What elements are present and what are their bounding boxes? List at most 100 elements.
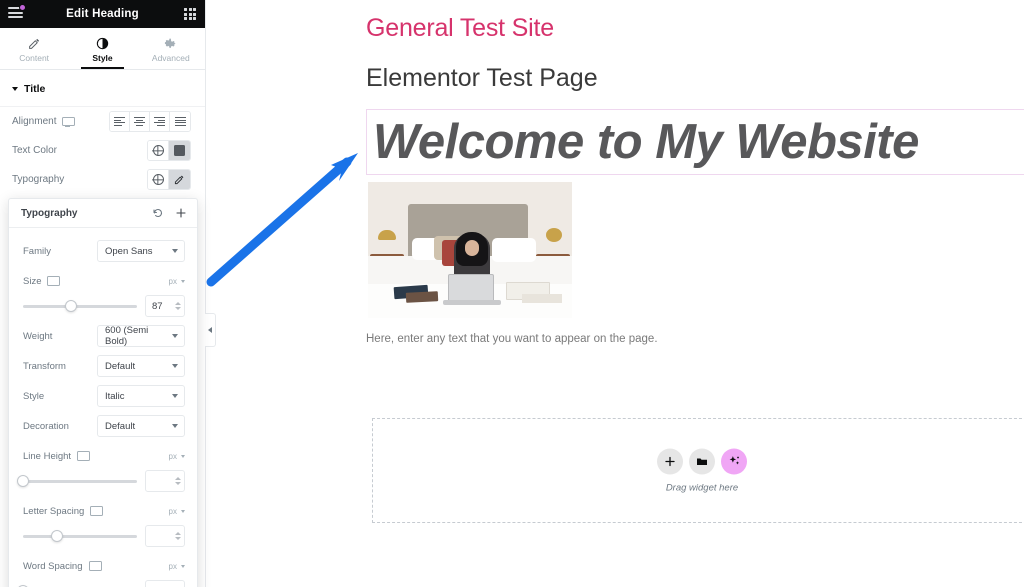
text-decoration-label: Decoration	[23, 420, 69, 432]
plus-icon	[665, 456, 675, 466]
monitor-icon[interactable]	[47, 276, 61, 286]
letter-spacing-stepper[interactable]	[175, 532, 181, 540]
font-size-slider-handle[interactable]	[64, 300, 77, 312]
monitor-icon[interactable]	[88, 561, 102, 571]
line-height-slider-handle[interactable]	[17, 475, 29, 487]
chevron-down-icon	[172, 334, 178, 338]
alignment-button-group	[109, 111, 191, 132]
control-text-color: Text Color	[0, 136, 205, 165]
chevron-down-icon	[172, 424, 178, 428]
page-canvas: General Test Site Elementor Test Page We…	[206, 0, 1024, 587]
row-letter-spacing: Letter Spacing px	[9, 496, 197, 551]
global-font-button[interactable]	[148, 170, 169, 189]
control-typography: Typography	[0, 165, 205, 194]
widget-dropzone[interactable]: Drag widget here	[372, 418, 1024, 523]
font-size-stepper[interactable]	[175, 302, 181, 310]
templates-button[interactable]	[689, 448, 715, 474]
align-center-button[interactable]	[130, 112, 150, 131]
sparkle-ai-icon	[729, 456, 739, 465]
elementor-editor: Edit Heading Content Style Advanced Titl…	[0, 0, 1024, 587]
word-spacing-unit-selector[interactable]: px	[169, 562, 185, 571]
align-right-button[interactable]	[150, 112, 170, 131]
panel-title: Edit Heading	[66, 8, 139, 20]
content-image[interactable]	[368, 182, 572, 318]
hamburger-icon[interactable]	[8, 4, 26, 20]
add-element-button[interactable]	[657, 448, 683, 474]
line-height-slider[interactable]	[17, 475, 137, 487]
row-font-style: Style Italic	[9, 381, 197, 411]
control-alignment: Alignment	[0, 107, 205, 136]
row-line-height: Line Height px	[9, 441, 197, 496]
tab-content-label: Content	[19, 53, 50, 63]
font-size-value: 87	[152, 300, 163, 312]
section-title-toggle[interactable]: Title	[0, 70, 205, 107]
monitor-icon[interactable]	[90, 506, 104, 516]
text-transform-value: Default	[105, 360, 136, 372]
panel-collapse-handle[interactable]	[205, 313, 216, 347]
font-weight-label: Weight	[23, 330, 53, 342]
font-size-label: Size	[23, 276, 61, 287]
row-font-family: Family Open Sans	[9, 236, 197, 266]
text-decoration-select[interactable]: Default	[97, 415, 185, 437]
letter-spacing-slider[interactable]	[23, 530, 137, 542]
line-height-unit: px	[168, 451, 177, 461]
letter-spacing-input[interactable]	[145, 525, 185, 547]
tab-style-label: Style	[92, 53, 113, 63]
line-height-input[interactable]	[145, 470, 185, 492]
typography-popup-title: Typography	[21, 207, 78, 219]
text-color-controls	[147, 140, 191, 161]
plus-icon[interactable]	[175, 207, 187, 219]
folder-icon	[697, 458, 707, 465]
chevron-left-icon	[208, 327, 212, 333]
typography-controls	[147, 169, 191, 190]
line-height-stepper[interactable]	[175, 477, 181, 485]
font-weight-select[interactable]: 600 (Semi Bold)	[97, 325, 185, 347]
row-font-size: Size px 87	[9, 266, 197, 321]
monitor-icon[interactable]	[62, 116, 76, 127]
align-left-button[interactable]	[110, 112, 130, 131]
globe-icon	[152, 174, 164, 185]
body-paragraph: Here, enter any text that you want to ap…	[366, 333, 658, 345]
font-size-slider[interactable]	[23, 300, 137, 312]
chevron-down-icon	[172, 249, 178, 253]
site-title: General Test Site	[366, 14, 554, 42]
tab-advanced[interactable]: Advanced	[137, 28, 205, 69]
chevron-down-icon	[12, 87, 18, 91]
word-spacing-label: Word Spacing	[23, 561, 102, 572]
chevron-down-icon	[172, 364, 178, 368]
typography-popup: Typography Family Open Sans Size px 87 W…	[8, 198, 198, 587]
color-swatch-button[interactable]	[169, 141, 190, 160]
letter-spacing-slider-handle[interactable]	[51, 530, 64, 542]
section-title-label: Title	[24, 83, 46, 95]
letter-spacing-unit-selector[interactable]: px	[169, 507, 185, 516]
font-style-select[interactable]: Italic	[97, 385, 185, 407]
typography-edit-button[interactable]	[169, 170, 190, 189]
tab-content[interactable]: Content	[0, 28, 68, 69]
dropzone-caption: Drag widget here	[665, 482, 739, 493]
letter-spacing-label: Letter Spacing	[23, 506, 104, 517]
line-height-unit-selector[interactable]: px	[169, 452, 185, 461]
grid-apps-icon[interactable]	[184, 8, 196, 20]
align-justify-button[interactable]	[170, 112, 190, 131]
text-transform-label: Transform	[23, 360, 66, 372]
chevron-down-icon	[181, 509, 185, 513]
tab-style[interactable]: Style	[68, 28, 136, 69]
global-color-button[interactable]	[148, 141, 169, 160]
font-size-unit-selector[interactable]: px	[169, 277, 185, 286]
heading-widget[interactable]: Welcome to My Website	[366, 109, 1024, 175]
font-size-input[interactable]: 87	[145, 295, 185, 317]
font-family-label: Family	[23, 245, 51, 257]
word-spacing-input[interactable]	[145, 580, 185, 587]
font-style-value: Italic	[105, 390, 125, 402]
color-swatch	[174, 145, 185, 156]
reset-arrow-icon[interactable]	[152, 207, 164, 219]
gear-icon	[165, 38, 176, 48]
text-transform-select[interactable]: Default	[97, 355, 185, 377]
word-spacing-unit: px	[168, 561, 177, 571]
monitor-icon[interactable]	[77, 451, 91, 461]
font-family-select[interactable]: Open Sans	[97, 240, 185, 262]
pencil-icon	[28, 38, 39, 49]
row-text-decoration: Decoration Default	[9, 411, 197, 441]
typography-popup-header: Typography	[9, 199, 197, 228]
ai-builder-button[interactable]	[721, 448, 747, 474]
